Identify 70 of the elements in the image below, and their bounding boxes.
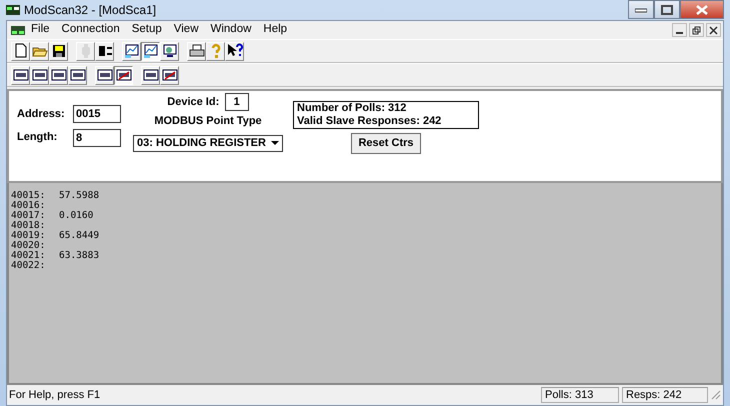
address-field[interactable]: 0015 — [73, 105, 121, 123]
save-icon — [50, 43, 66, 59]
minimize-button[interactable] — [672, 23, 687, 37]
maximize-button[interactable] — [654, 0, 680, 19]
menu-item[interactable]: Help — [257, 21, 294, 39]
register-value: 0.0160 — [59, 211, 94, 221]
register-address: 40022: — [11, 261, 46, 271]
format-icon — [70, 67, 86, 83]
register-address: 40015: — [11, 191, 46, 201]
format-icon — [142, 67, 158, 83]
monitor-button[interactable] — [160, 42, 179, 60]
register-value: 65.8449 — [59, 231, 100, 241]
device-id-field[interactable]: 1 — [224, 93, 249, 111]
restore-button[interactable] — [689, 23, 704, 37]
close-icon — [709, 26, 718, 34]
menu-item[interactable]: Window — [204, 21, 258, 39]
field-label: Address: — [17, 106, 66, 122]
format-icon — [96, 67, 112, 83]
chart-icon — [124, 43, 140, 59]
printer-icon — [188, 43, 204, 59]
close-button[interactable] — [706, 23, 721, 37]
maximize-icon — [661, 4, 673, 14]
minimize-icon — [676, 32, 683, 34]
format-icon — [32, 67, 48, 83]
document-icon — [11, 26, 25, 34]
field-label: MODBUS Point Type — [154, 114, 262, 129]
new-file-icon — [12, 43, 28, 59]
pointer-help-button[interactable] — [225, 42, 244, 60]
field-label: Device Id: — [167, 94, 220, 110]
register-address: 40020: — [11, 241, 46, 251]
minimize-button[interactable] — [628, 0, 654, 19]
chart-button[interactable] — [141, 42, 160, 60]
monitor-icon — [162, 43, 178, 59]
polls-count: Number of Polls: 312 — [297, 102, 408, 115]
register-address: 40017: — [11, 211, 46, 221]
format-icon — [50, 67, 66, 83]
field-label: Length: — [17, 130, 58, 146]
register-address: 40019: — [11, 231, 46, 241]
status-text: For Help, press F1 — [9, 388, 102, 403]
register-value: 63.3883 — [59, 251, 100, 261]
status-polls: Polls: 313 — [541, 387, 619, 403]
new-file-button[interactable] — [11, 42, 30, 60]
register-address: 40021: — [11, 251, 46, 261]
status-resps: Resps: 242 — [622, 387, 708, 403]
menu-item[interactable]: Connection — [56, 21, 126, 39]
resize-grip-icon — [711, 390, 721, 400]
responses-count: Valid Slave Responses: 242 — [297, 115, 442, 128]
pointer-help-icon — [226, 43, 242, 59]
app-icon — [6, 5, 20, 15]
format-icon — [116, 67, 132, 83]
save-button[interactable] — [49, 42, 68, 60]
register-address: 40018: — [11, 221, 46, 231]
chart-icon — [142, 43, 158, 59]
register-address: 40016: — [11, 201, 46, 211]
length-field[interactable]: 8 — [73, 128, 121, 146]
menu-item[interactable]: Setup — [126, 21, 168, 39]
printer-button[interactable] — [187, 42, 206, 60]
format-button[interactable] — [114, 66, 133, 84]
register-value: 57.5988 — [59, 191, 100, 201]
restore-icon — [692, 26, 701, 34]
point-type-dropdown[interactable]: 03: HOLDING REGISTER — [133, 134, 283, 152]
menu-item[interactable]: View — [168, 21, 204, 39]
open-folder-button[interactable] — [30, 42, 49, 60]
menu-item[interactable]: File — [25, 21, 56, 39]
close-button[interactable] — [680, 0, 724, 19]
format-icon — [12, 67, 28, 83]
format-icon — [162, 67, 178, 83]
reset-button[interactable]: Reset Ctrs — [351, 133, 421, 154]
close-icon — [696, 4, 708, 14]
window-title: ModScan32 - [ModSca1] — [24, 2, 156, 19]
